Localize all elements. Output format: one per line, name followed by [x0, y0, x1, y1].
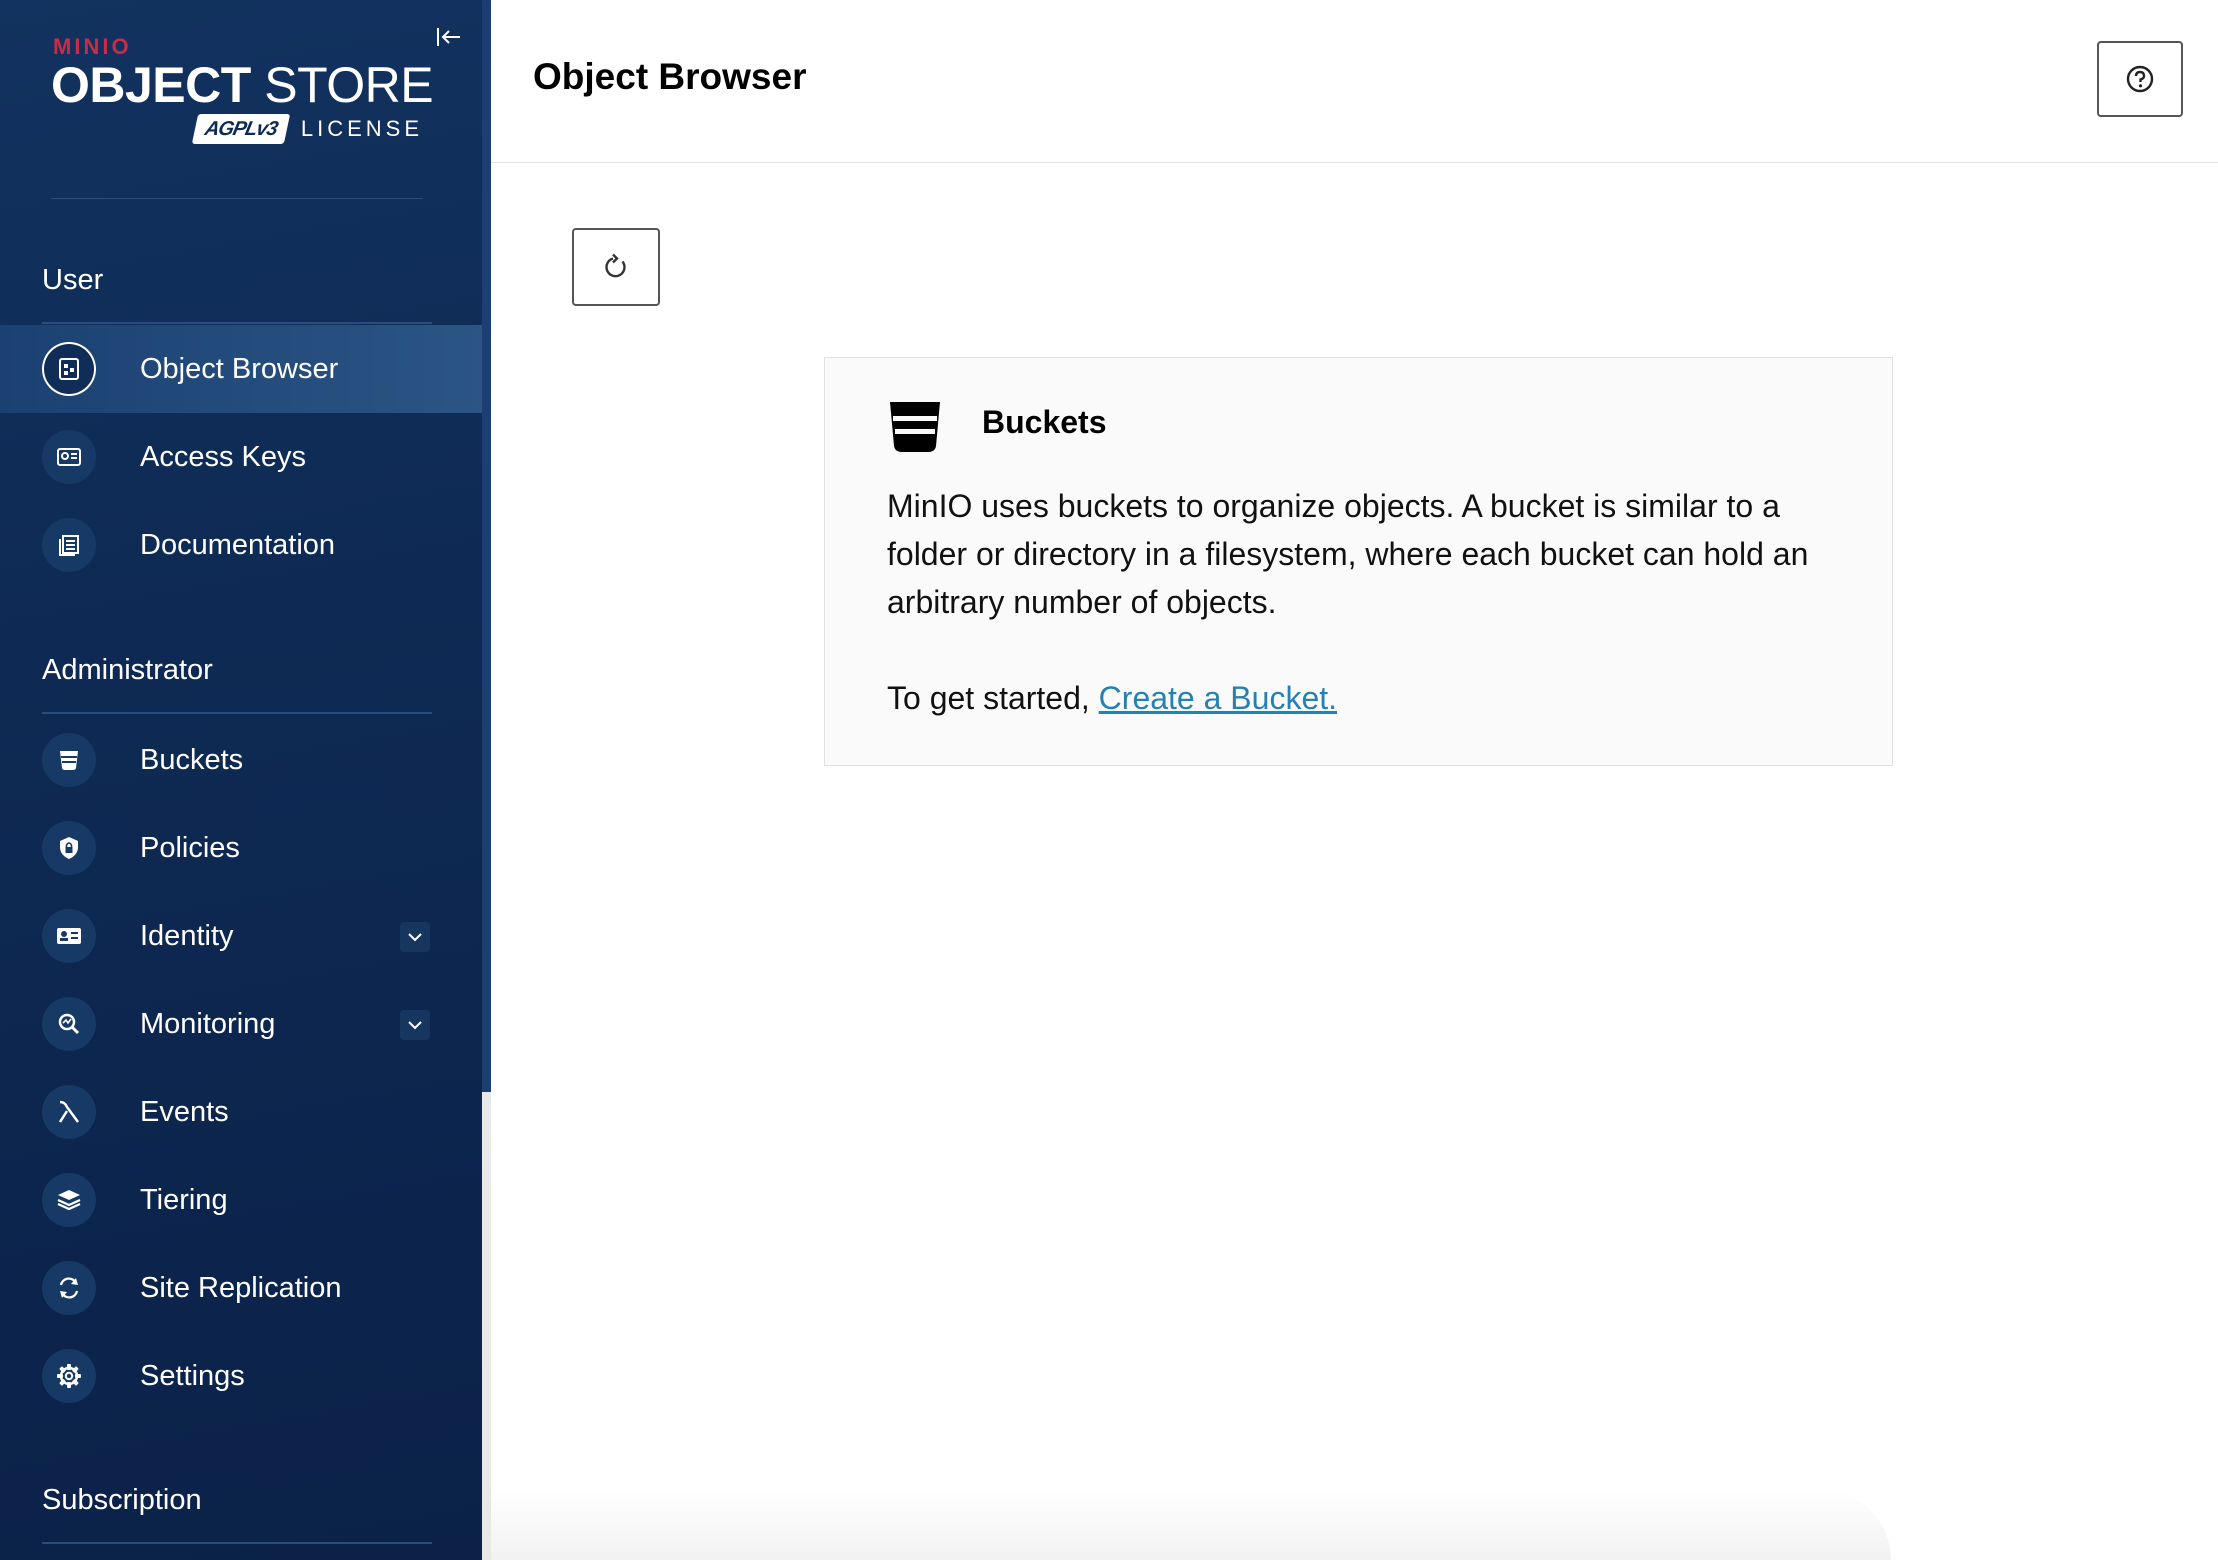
sidebar-item-label: Documentation: [140, 529, 336, 561]
help-button[interactable]: [2097, 41, 2183, 117]
access-keys-icon: [42, 430, 96, 484]
expand-identity-button[interactable]: [400, 922, 430, 952]
logo-divider: [51, 198, 423, 199]
sidebar-item-buckets[interactable]: Buckets: [0, 716, 482, 804]
sidebar-item-documentation[interactable]: Documentation: [0, 501, 482, 589]
bucket-icon: [890, 402, 940, 452]
sidebar-item-label: Monitoring: [140, 1008, 276, 1040]
section-rule-administrator: [42, 712, 432, 714]
minio-logo: MINIO OBJECT STORE AGPLv3 LICENSE: [51, 34, 434, 150]
sidebar-item-label: Policies: [140, 832, 240, 864]
section-rule-user: [42, 322, 432, 324]
sidebar-item-monitoring[interactable]: Monitoring: [0, 980, 482, 1068]
page-header: Object Browser: [491, 0, 2218, 163]
sidebar-item-policies[interactable]: Policies: [0, 804, 482, 892]
page-title: Object Browser: [533, 56, 807, 97]
sidebar-item-label: Identity: [140, 920, 234, 952]
sidebar: MINIO OBJECT STORE AGPLv3 LICENSE User O…: [0, 0, 482, 1560]
logo-product: OBJECT STORE: [51, 56, 434, 114]
policy-shield-icon: [42, 821, 96, 875]
collapse-left-icon: [437, 28, 460, 46]
chevron-down-icon: [408, 933, 422, 942]
card-description: MinIO uses buckets to organize objects. …: [887, 488, 1809, 620]
documentation-icon: [42, 518, 96, 572]
sidebar-item-label: Access Keys: [140, 441, 306, 473]
logo-product-bold: OBJECT: [51, 57, 251, 113]
sidebar-item-label: Tiering: [140, 1184, 228, 1216]
cta-prefix: To get started,: [887, 680, 1099, 716]
sidebar-item-events[interactable]: Events: [0, 1068, 482, 1156]
section-title-administrator: Administrator: [42, 654, 213, 686]
sidebar-scrollbar-thumb[interactable]: [482, 0, 491, 1092]
sidebar-item-label: Buckets: [140, 744, 244, 776]
logo-license-text: LICENSE: [300, 116, 423, 141]
collapse-sidebar-button[interactable]: [432, 20, 466, 54]
refresh-icon: [605, 253, 626, 278]
buckets-empty-state-card: Buckets MinIO uses buckets to organize o…: [824, 357, 1893, 766]
monitoring-icon: [42, 997, 96, 1051]
sidebar-item-label: Object Browser: [140, 353, 339, 385]
sidebar-item-label: Events: [140, 1096, 229, 1128]
chevron-down-icon: [408, 1021, 422, 1030]
logo-license-row: AGPLv3 LICENSE: [191, 114, 423, 144]
card-cta: To get started, Create a Bucket.: [887, 674, 1337, 722]
expand-monitoring-button[interactable]: [400, 1010, 430, 1040]
sidebar-item-site-replication[interactable]: Site Replication: [0, 1244, 482, 1332]
bottom-fade: [491, 1490, 1891, 1560]
site-replication-icon: [42, 1261, 96, 1315]
help-question-icon: [2126, 65, 2154, 93]
card-title: Buckets: [982, 404, 1107, 440]
create-bucket-link[interactable]: Create a Bucket.: [1099, 680, 1337, 716]
bucket-icon: [42, 733, 96, 787]
gear-icon: [42, 1349, 96, 1403]
sidebar-item-identity[interactable]: Identity: [0, 892, 482, 980]
sidebar-item-tiering[interactable]: Tiering: [0, 1156, 482, 1244]
sidebar-item-access-keys[interactable]: Access Keys: [0, 413, 482, 501]
agpl-badge: AGPLv3: [191, 114, 291, 144]
section-title-subscription: Subscription: [42, 1484, 202, 1516]
sidebar-item-label: Settings: [140, 1360, 245, 1392]
refresh-button[interactable]: [572, 228, 660, 306]
object-browser-icon: [42, 342, 96, 396]
tiering-layers-icon: [42, 1173, 96, 1227]
lambda-icon: [42, 1085, 96, 1139]
section-rule-subscription: [42, 1542, 432, 1544]
logo-product-light: STORE: [264, 57, 434, 113]
sidebar-item-label: Site Replication: [140, 1272, 342, 1304]
identity-card-icon: [42, 909, 96, 963]
section-title-user: User: [42, 264, 104, 296]
sidebar-item-settings[interactable]: Settings: [0, 1332, 482, 1420]
sidebar-item-object-browser[interactable]: Object Browser: [0, 325, 482, 413]
